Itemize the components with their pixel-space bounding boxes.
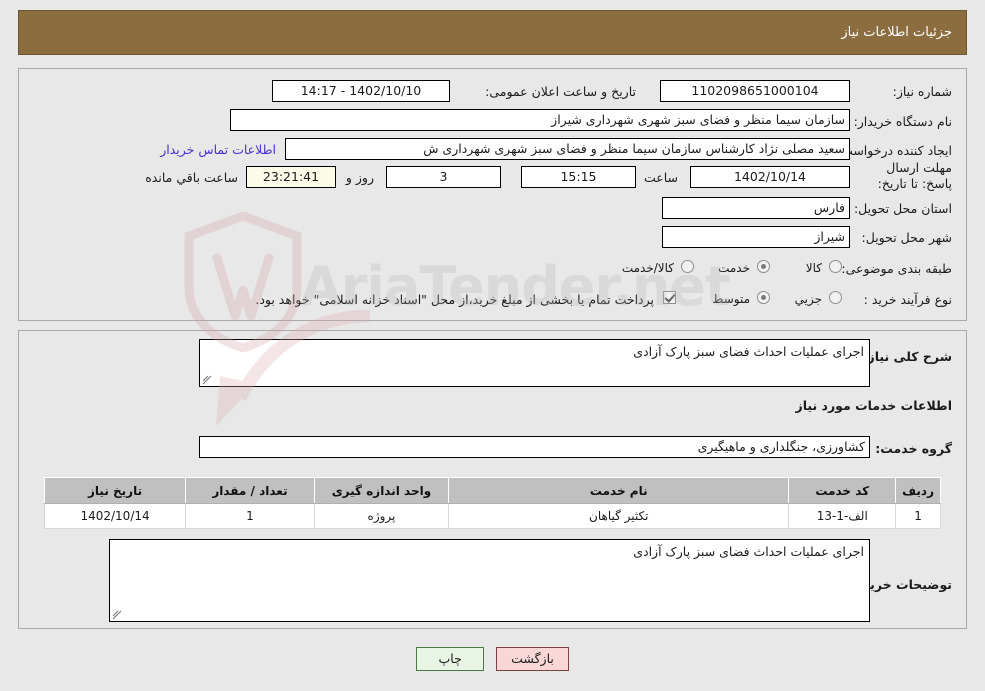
cell-service-code: الف-1-13 <box>788 503 897 529</box>
buyer-org-label: نام دستگاه خریدار: <box>853 114 952 129</box>
resize-grip-icon <box>202 375 212 385</box>
need-number-value: 1102098651000104 <box>660 80 850 102</box>
back-button[interactable]: بازگشت <box>496 647 569 671</box>
cell-need-date: 1402/10/14 <box>43 503 187 529</box>
buyer-contact-link[interactable]: اطلاعات تماس خریدار <box>160 142 276 157</box>
cell-quantity: 1 <box>185 503 315 529</box>
treasury-bond-checkbox[interactable] <box>663 291 676 304</box>
radio-category-kala-khedmat-label: کالا/خدمت <box>621 261 674 275</box>
need-number-label: شماره نیاز: <box>892 84 952 99</box>
service-group-label: گروه خدمت: <box>875 441 952 456</box>
deadline-time-label: ساعت <box>643 170 678 185</box>
province-value: فارس <box>662 197 850 219</box>
print-button[interactable]: چاپ <box>416 647 485 671</box>
buyer-notes-text: اجرای عملیات احداث فضای سبز پارک آزادی <box>633 544 864 559</box>
announce-value: 1402/10/10 - 14:17 <box>272 80 450 102</box>
announce-label: تاریخ و ساعت اعلان عمومی: <box>485 84 636 99</box>
requester-label: ایجاد کننده درخواست: <box>836 143 952 158</box>
radio-category-khedmat[interactable] <box>757 260 770 273</box>
col-row-no: ردیف <box>895 477 941 504</box>
city-label: شهر محل تحویل: <box>861 230 952 245</box>
treasury-bond-note: پرداخت تمام یا بخشی از مبلغ خرید،از محل … <box>255 292 654 307</box>
window-titlebar: جزئیات اطلاعات نیاز <box>18 10 967 55</box>
radio-category-kala-label: کالا <box>805 261 822 275</box>
category-label: طبقه بندی موضوعی: <box>841 261 952 276</box>
province-label: استان محل تحویل: <box>853 201 952 216</box>
process-label: نوع فرآیند خرید : <box>863 292 952 307</box>
radio-category-kala-khedmat[interactable] <box>681 260 694 273</box>
requester-value: سعید مصلی نژاد کارشناس سازمان سیما منظر … <box>285 138 850 160</box>
col-service-code: کد خدمت <box>788 477 897 504</box>
city-value: شیراز <box>662 226 850 248</box>
action-buttons: بازگشت چاپ <box>0 647 985 671</box>
col-unit: واحد اندازه گیری <box>313 477 450 504</box>
service-group-value: کشاورزی، جنگلداری و ماهیگیری <box>199 436 870 458</box>
page-title: جزئیات اطلاعات نیاز <box>841 25 952 40</box>
buyer-notes-textarea[interactable]: اجرای عملیات احداث فضای سبز پارک آزادی <box>109 539 870 622</box>
remaining-label: ساعت باقي مانده <box>145 170 238 185</box>
countdown-timer: 23:21:41 <box>246 166 336 188</box>
radio-process-jozi[interactable] <box>829 291 842 304</box>
summary-label: شرح کلی نیاز: <box>862 349 952 364</box>
deadline-label: مهلت ارسال پاسخ: تا تاریخ: <box>877 160 952 191</box>
services-table: ردیف کد خدمت نام خدمت واحد اندازه گیری ت… <box>43 477 941 529</box>
deadline-date: 1402/10/14 <box>690 166 850 188</box>
buyer-org-value: سازمان سیما منظر و فضای سبز شهری شهرداری… <box>230 109 850 131</box>
resize-grip-icon <box>112 610 122 620</box>
days-label: روز و <box>345 170 374 185</box>
radio-category-khedmat-label: خدمت <box>718 261 750 275</box>
cell-row-no: 1 <box>895 503 941 529</box>
summary-textarea[interactable]: اجرای عملیات احداث فضای سبز پارک آزادی <box>199 339 870 387</box>
cell-service-name: تکثیر گیاهان <box>448 503 790 529</box>
table-header-row: ردیف کد خدمت نام خدمت واحد اندازه گیری ت… <box>43 477 941 504</box>
radio-category-kala[interactable] <box>829 260 842 273</box>
deadline-days: 3 <box>386 166 501 188</box>
col-need-date: تاریخ نیاز <box>43 477 187 504</box>
table-row[interactable]: 1 الف-1-13 تکثیر گیاهان پروژه 1 1402/10/… <box>43 503 941 529</box>
col-service-name: نام خدمت <box>448 477 790 504</box>
cell-unit: پروژه <box>313 503 450 529</box>
radio-process-jozi-label: جزیي <box>794 292 822 306</box>
col-quantity: تعداد / مقدار <box>185 477 315 504</box>
deadline-time: 15:15 <box>521 166 636 188</box>
summary-text: اجرای عملیات احداث فضای سبز پارک آزادی <box>633 344 864 359</box>
page-root: AriaTender.net جزئیات اطلاعات نیاز شماره… <box>0 0 985 691</box>
need-info-panel: شماره نیاز: 1102098651000104 تاریخ و ساع… <box>18 68 967 321</box>
services-section-title: اطلاعات خدمات مورد نیاز <box>795 398 953 413</box>
radio-process-motevaset-label: متوسط <box>712 292 750 306</box>
radio-process-motevaset[interactable] <box>757 291 770 304</box>
